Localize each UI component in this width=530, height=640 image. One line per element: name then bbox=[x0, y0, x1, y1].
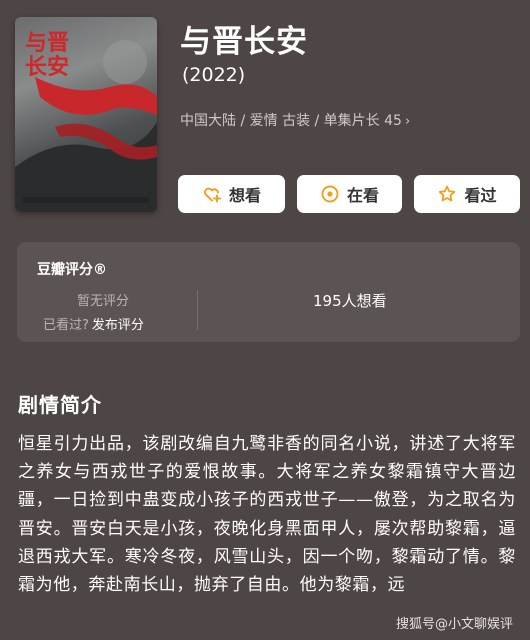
star-icon bbox=[437, 184, 457, 204]
synopsis-text: 恒星引力出品，该剧改编自九鹭非香的同名小说，讲述了大将军之养女与西戎世子的爱恨故… bbox=[18, 434, 516, 596]
synopsis-heading: 剧情简介 bbox=[18, 393, 102, 417]
rating-card: 豆瓣评分® 暂无评分 已看过? 发布评分 195人想看 bbox=[17, 242, 520, 342]
release-year: (2022) bbox=[182, 64, 246, 86]
watermark: 搜狐号@小文聊娱评 bbox=[392, 612, 516, 633]
meta-info: 中国大陆 / 爱情 古装 / 单集片长 45 bbox=[180, 113, 402, 129]
divider bbox=[197, 290, 198, 330]
watching-label: 在看 bbox=[346, 186, 379, 205]
watched-label: 看过 bbox=[464, 186, 497, 205]
page-title: 与晋长安 bbox=[180, 24, 308, 60]
chevron-right-icon: › bbox=[404, 114, 411, 129]
heart-plus-icon bbox=[202, 184, 222, 204]
watching-button[interactable]: 在看 bbox=[297, 175, 402, 213]
want-label: 想看 bbox=[228, 186, 261, 205]
no-rating-text: 暂无评分 bbox=[77, 294, 130, 309]
watched-button[interactable]: 看过 bbox=[414, 175, 520, 213]
rate-prompt: 已看过? 发布评分 bbox=[43, 314, 144, 333]
douban-rating-title: 豆瓣评分® bbox=[37, 262, 107, 278]
want-count: 195人想看 bbox=[313, 292, 387, 310]
poster-title-art: 与晋长安 bbox=[25, 30, 70, 80]
post-rating-link[interactable]: 发布评分 bbox=[92, 318, 144, 333]
meta-info-link[interactable]: 中国大陆 / 爱情 古装 / 单集片长 45 › bbox=[180, 110, 410, 130]
circle-dot-icon bbox=[320, 184, 340, 204]
watched-prompt: 已看过? bbox=[43, 318, 89, 333]
want-to-watch-button[interactable]: 想看 bbox=[178, 175, 285, 213]
poster-image[interactable]: 与晋长安 bbox=[15, 17, 157, 212]
